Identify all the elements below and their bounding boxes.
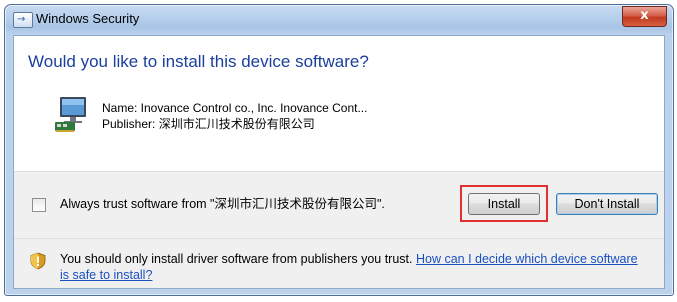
divider	[14, 238, 664, 239]
driver-name: Name: Inovance Control co., Inc. Inovanc…	[102, 101, 368, 115]
dialog-content: Would you like to install this device so…	[13, 35, 665, 289]
title-bar[interactable]: → Windows Security x	[5, 5, 673, 35]
dont-install-button[interactable]: Don't Install	[556, 193, 658, 215]
driver-info: Name: Inovance Control co., Inc. Inovanc…	[102, 100, 367, 132]
install-button[interactable]: Install	[468, 193, 540, 215]
action-panel: Always trust software from "深圳市汇川技术股份有限公…	[14, 172, 664, 288]
security-dialog: → Windows Security x Would you like to i…	[4, 4, 674, 296]
install-question: Would you like to install this device so…	[28, 52, 369, 71]
device-icon	[55, 97, 86, 132]
dialog-app-icon: →	[13, 12, 33, 28]
warning-text: You should only install driver software …	[60, 252, 416, 266]
trust-warning: You should only install driver software …	[60, 251, 650, 283]
window-title: Windows Security	[36, 11, 140, 26]
close-button[interactable]: x	[622, 6, 667, 27]
always-trust-checkbox[interactable]	[32, 198, 46, 212]
always-trust-label[interactable]: Always trust software from "深圳市汇川技术股份有限公…	[60, 196, 420, 212]
driver-publisher: Publisher: 深圳市汇川技术股份有限公司	[102, 117, 315, 131]
shield-icon	[30, 252, 46, 270]
